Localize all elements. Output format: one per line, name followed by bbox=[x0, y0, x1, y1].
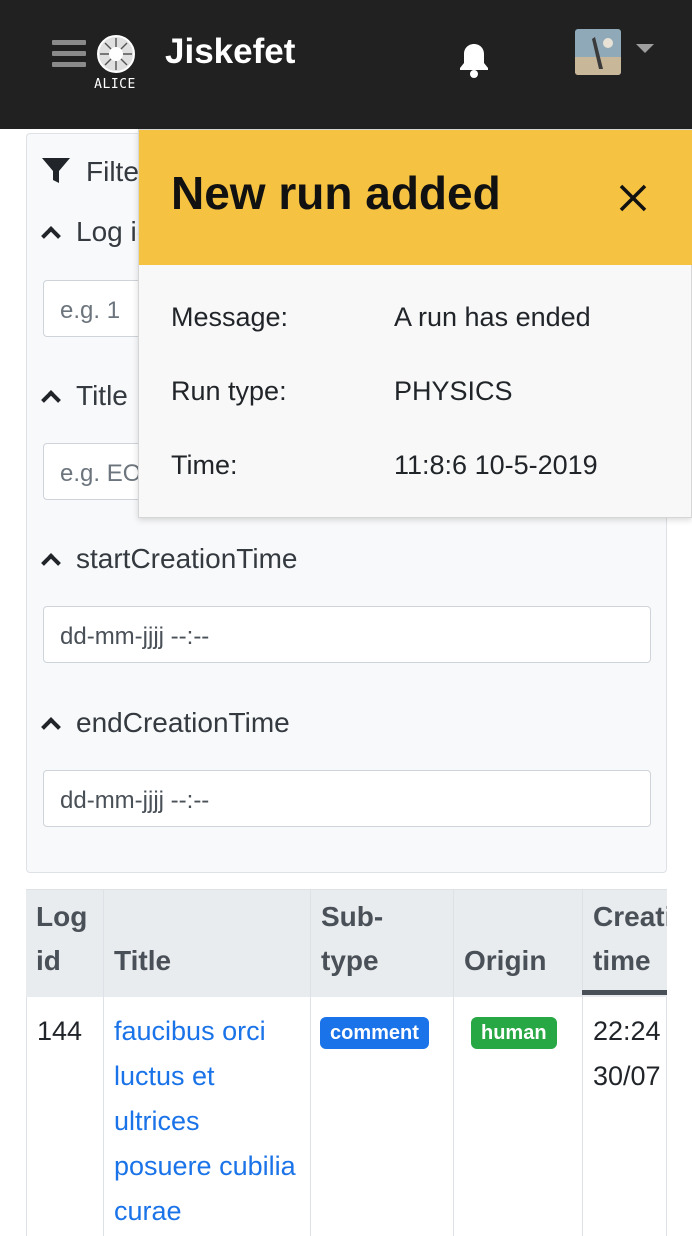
section-title[interactable]: Title bbox=[40, 380, 128, 412]
alice-logo-text: ALICE bbox=[94, 77, 136, 92]
top-navbar: ALICE Jiskefet bbox=[0, 0, 692, 129]
cell-creation-time-container: 22:24 30/07 bbox=[582, 997, 667, 1236]
toast-time-label: Time: bbox=[171, 450, 238, 480]
toast-message-label: Message: bbox=[171, 302, 289, 332]
column-header-creation-time[interactable]: Creation time bbox=[582, 889, 667, 997]
end-creation-time-input[interactable]: dd-mm-jjjj --:-- bbox=[43, 770, 651, 827]
section-label: startCreationTime bbox=[76, 543, 298, 574]
section-label: endCreationTime bbox=[76, 707, 290, 738]
table-right-border bbox=[666, 997, 667, 1236]
filter-icon bbox=[42, 158, 70, 183]
section-end-creation-time[interactable]: endCreationTime bbox=[40, 707, 290, 739]
cell-title-container: faucibus orci luctus et ultrices posuere… bbox=[103, 997, 310, 1236]
section-label: Title bbox=[76, 380, 128, 411]
user-avatar[interactable] bbox=[575, 29, 621, 75]
caret-up-icon bbox=[41, 226, 61, 246]
hamburger-icon[interactable] bbox=[52, 40, 86, 68]
section-log-id[interactable]: Log id bbox=[40, 216, 152, 248]
close-icon[interactable] bbox=[615, 180, 651, 216]
toast-runtype-value: PHYSICS bbox=[394, 376, 513, 406]
column-header-label: Origin bbox=[464, 945, 547, 976]
column-header-label: Log id bbox=[36, 901, 88, 976]
column-header-origin[interactable]: Origin bbox=[453, 889, 582, 997]
origin-badge: human bbox=[471, 1017, 557, 1049]
column-header-label: Title bbox=[114, 945, 172, 976]
brand-title[interactable]: Jiskefet bbox=[165, 32, 295, 72]
cell-title-link[interactable]: faucibus orci luctus et ultrices posuere… bbox=[114, 1009, 304, 1234]
column-header-label: Creation time bbox=[593, 901, 667, 976]
cell-log-id: 144 bbox=[37, 1016, 83, 1046]
toast-message-value: A run has ended bbox=[394, 302, 591, 332]
notification-toast: New run added Message: A run has ended R… bbox=[138, 129, 692, 518]
table-row[interactable]: 144 bbox=[26, 997, 103, 1236]
caret-down-icon[interactable] bbox=[636, 44, 654, 53]
caret-up-icon bbox=[41, 717, 61, 737]
toast-title: New run added bbox=[171, 167, 501, 219]
column-header-title[interactable]: Title bbox=[103, 889, 310, 997]
toast-header: New run added bbox=[139, 130, 692, 265]
column-header-subtype[interactable]: Sub-type bbox=[310, 889, 453, 997]
column-header-log-id[interactable]: Log id bbox=[26, 889, 103, 997]
sort-indicator bbox=[582, 990, 667, 995]
start-creation-time-input[interactable]: dd-mm-jjjj --:-- bbox=[43, 606, 651, 663]
subtype-badge: comment bbox=[320, 1017, 429, 1049]
caret-up-icon bbox=[41, 390, 61, 410]
toast-runtype-label: Run type: bbox=[171, 376, 287, 406]
section-start-creation-time[interactable]: startCreationTime bbox=[40, 543, 297, 575]
cell-creation-time: 22:24 30/07 bbox=[593, 1016, 661, 1091]
caret-up-icon bbox=[41, 553, 61, 573]
column-header-label: Sub-type bbox=[321, 901, 384, 976]
toast-time-value: 11:8:6 10-5-2019 bbox=[394, 450, 598, 480]
bell-icon[interactable] bbox=[456, 40, 492, 80]
